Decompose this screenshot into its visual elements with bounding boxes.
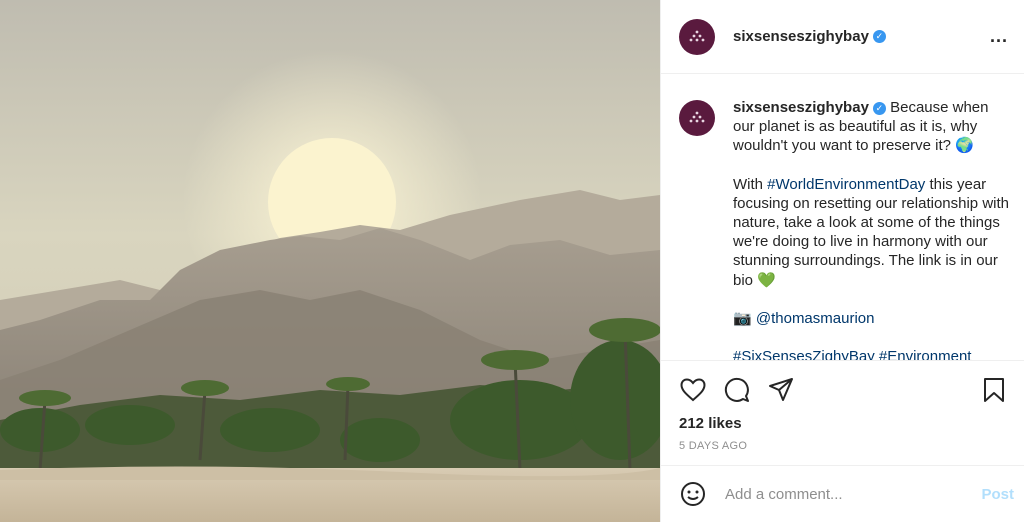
caption-username[interactable]: sixsenseszighybay xyxy=(733,99,869,116)
landscape-photo xyxy=(0,0,660,522)
post-timestamp[interactable]: 5 DAYS AGO xyxy=(679,440,1008,452)
avatar[interactable] xyxy=(679,18,715,55)
caption-with: With xyxy=(733,175,763,193)
mention-link[interactable]: @thomasmaurion xyxy=(756,310,875,327)
caption-text: sixsenseszighybay ✓ Because when our plan… xyxy=(733,98,1014,360)
caption-area: sixsenseszighybay ✓ Because when our plan… xyxy=(661,74,1024,360)
action-icons xyxy=(679,375,1008,405)
camera-emoji-icon: 📷 xyxy=(733,309,752,327)
caption-para-4: #SixSensesZighyBay #Environment xyxy=(733,347,1014,360)
paper-plane-icon[interactable] xyxy=(767,376,795,404)
post-header: sixsenseszighybay ✓ ... xyxy=(661,0,1024,74)
caption-avatar[interactable] xyxy=(679,100,715,136)
heart-icon[interactable] xyxy=(679,376,707,404)
likes-count[interactable]: 212 likes xyxy=(679,415,1008,432)
post-modal: sixsenseszighybay ✓ ... sixsenseszighyba… xyxy=(0,0,1024,522)
more-options-icon[interactable]: ... xyxy=(990,26,1008,47)
comment-box: Add a comment... Post xyxy=(661,465,1024,522)
caption-para-2: With #WorldEnvironmentDay this year focu… xyxy=(733,175,1014,290)
verified-badge-icon: ✓ xyxy=(872,101,886,115)
comment-icon[interactable] xyxy=(723,376,751,404)
hashtag-link[interactable]: #WorldEnvironmentDay xyxy=(767,176,925,193)
action-bar: 212 likes 5 DAYS AGO xyxy=(661,360,1024,465)
bookmark-icon[interactable] xyxy=(980,376,1008,404)
caption-para-3: 📷 @thomasmaurion xyxy=(733,309,1014,328)
comment-input[interactable]: Add a comment... xyxy=(725,486,981,503)
caption-para-1: sixsenseszighybay ✓ Because when our plan… xyxy=(733,98,1014,156)
post-comment-button[interactable]: Post xyxy=(981,486,1014,503)
brand-logo-icon xyxy=(689,111,705,123)
username-link[interactable]: sixsenseszighybay xyxy=(733,28,869,45)
brand-logo-icon xyxy=(689,30,705,41)
smiley-icon[interactable] xyxy=(679,480,707,508)
post-sidebar: sixsenseszighybay ✓ ... sixsenseszighyba… xyxy=(660,0,1024,522)
verified-badge-icon: ✓ xyxy=(872,30,886,43)
post-image[interactable] xyxy=(0,0,660,522)
hashtags-link[interactable]: #SixSensesZighyBay #Environment xyxy=(733,348,971,360)
